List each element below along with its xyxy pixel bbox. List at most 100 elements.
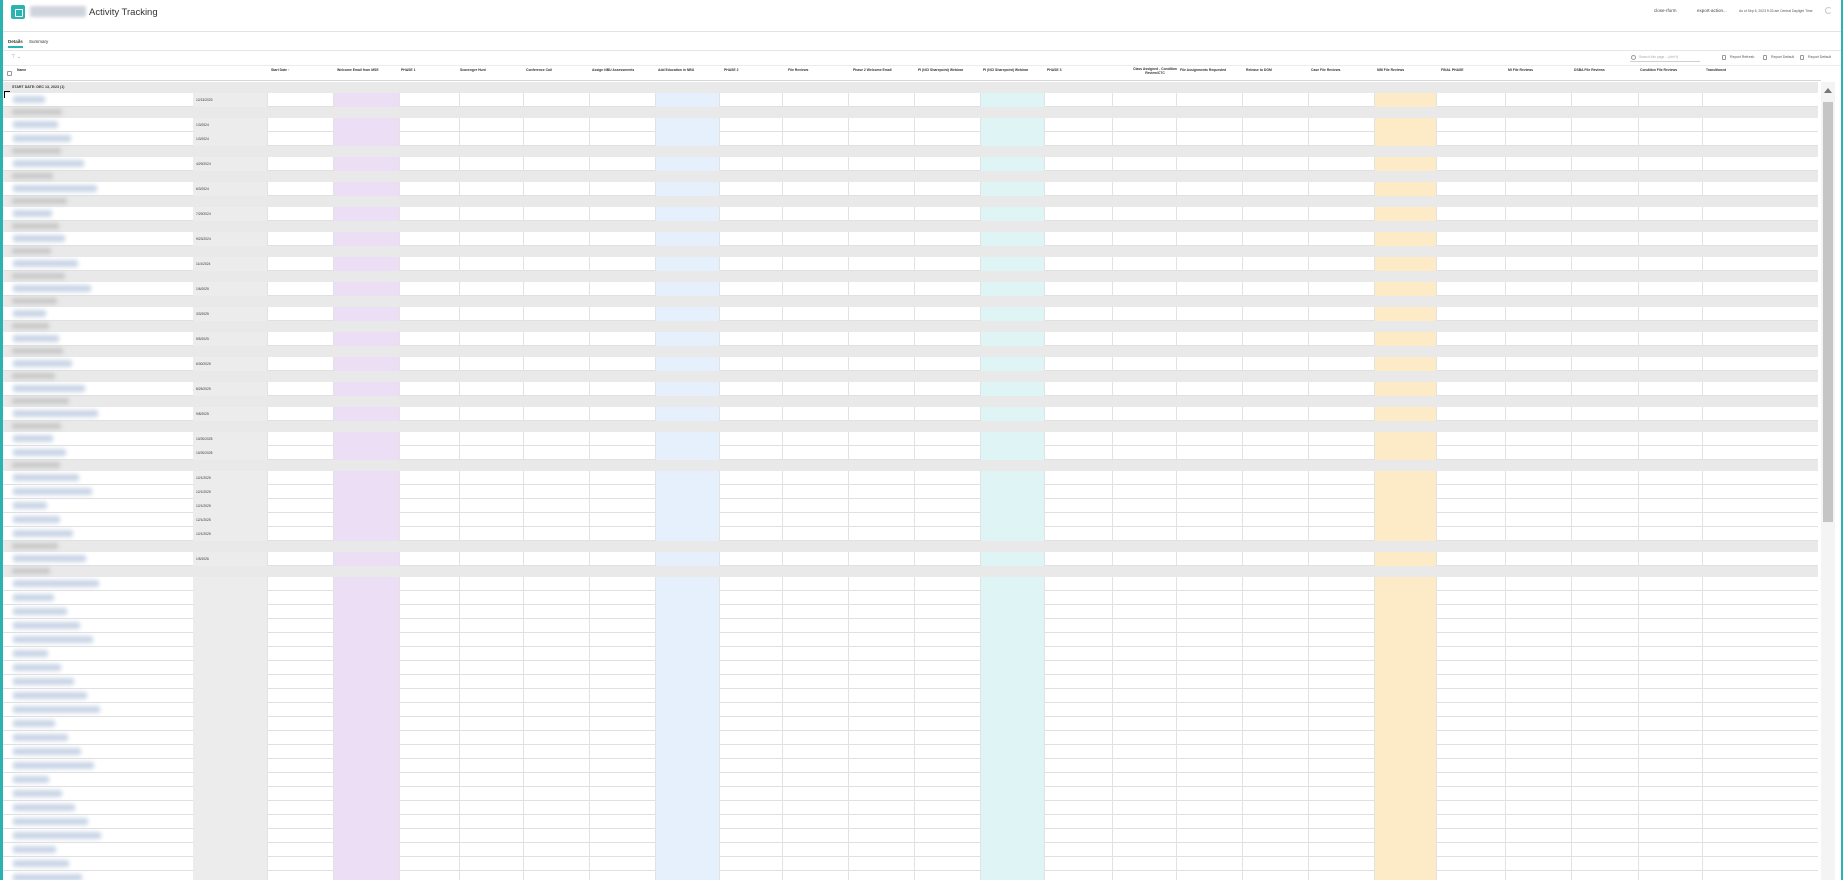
cell-col-18[interactable] — [1309, 787, 1375, 801]
cell-col-22[interactable] — [1572, 633, 1639, 647]
cell-col-9[interactable] — [720, 801, 783, 815]
cell-col-7[interactable] — [590, 829, 656, 843]
table-row[interactable] — [3, 759, 1818, 773]
cell-col-4[interactable] — [400, 871, 460, 880]
cell-col-6[interactable] — [524, 513, 590, 527]
cell-col-3[interactable] — [334, 527, 400, 541]
cell-col-15[interactable] — [1113, 93, 1177, 107]
cell-col-3[interactable] — [334, 717, 400, 731]
cell-col-23[interactable] — [1639, 332, 1703, 346]
cell-col-4[interactable] — [400, 232, 460, 246]
cell-col-9[interactable] — [720, 689, 783, 703]
cell-col-14[interactable] — [1045, 815, 1113, 829]
cell-col-1[interactable]: 3/3/2025 — [193, 307, 268, 321]
cell-col-0[interactable] — [3, 232, 193, 246]
cell-col-22[interactable] — [1572, 773, 1639, 787]
cell-col-5[interactable] — [460, 207, 524, 221]
cell-col-0[interactable] — [3, 717, 193, 731]
cell-col-2[interactable] — [268, 647, 334, 661]
cell-col-22[interactable] — [1572, 815, 1639, 829]
cell-col-5[interactable] — [460, 661, 524, 675]
cell-col-3[interactable] — [334, 787, 400, 801]
cell-col-10[interactable] — [783, 605, 849, 619]
cell-col-8[interactable] — [656, 661, 720, 675]
group-header-row[interactable] — [3, 346, 1818, 357]
cell-col-13[interactable] — [981, 282, 1045, 296]
cell-col-15[interactable] — [1113, 787, 1177, 801]
cell-col-5[interactable] — [460, 675, 524, 689]
cell-col-8[interactable] — [656, 157, 720, 171]
column-header-18[interactable]: NBI File Reviews — [1377, 68, 1404, 72]
cell-col-2[interactable] — [268, 499, 334, 513]
cell-col-12[interactable] — [915, 787, 981, 801]
cell-col-8[interactable] — [656, 93, 720, 107]
cell-col-3[interactable] — [334, 257, 400, 271]
cell-col-2[interactable] — [268, 605, 334, 619]
cell-col-8[interactable] — [656, 382, 720, 396]
table-row[interactable] — [3, 745, 1818, 759]
cell-col-8[interactable] — [656, 577, 720, 591]
cell-col-13[interactable] — [981, 829, 1045, 843]
cell-col-18[interactable] — [1309, 407, 1375, 421]
cell-col-22[interactable] — [1572, 446, 1639, 460]
cell-col-14[interactable] — [1045, 633, 1113, 647]
cell-col-21[interactable] — [1506, 717, 1572, 731]
cell-col-5[interactable] — [460, 871, 524, 880]
cell-col-3[interactable] — [334, 182, 400, 196]
cell-col-7[interactable] — [590, 745, 656, 759]
cell-col-21[interactable] — [1506, 207, 1572, 221]
cell-col-4[interactable] — [400, 552, 460, 566]
cell-col-11[interactable] — [849, 661, 915, 675]
table-row[interactable]: 9/8/2025 — [3, 407, 1818, 421]
cell-col-3[interactable] — [334, 446, 400, 460]
cell-col-18[interactable] — [1309, 332, 1375, 346]
cell-col-22[interactable] — [1572, 332, 1639, 346]
cell-col-7[interactable] — [590, 633, 656, 647]
cell-col-1[interactable]: 12/1/2025 — [193, 499, 268, 513]
cell-col-12[interactable] — [915, 257, 981, 271]
cell-col-17[interactable] — [1243, 689, 1309, 703]
cell-col-4[interactable] — [400, 619, 460, 633]
cell-col-6[interactable] — [524, 759, 590, 773]
cell-col-4[interactable] — [400, 661, 460, 675]
cell-col-11[interactable] — [849, 633, 915, 647]
cell-col-14[interactable] — [1045, 577, 1113, 591]
cell-col-9[interactable] — [720, 829, 783, 843]
cell-col-1[interactable] — [193, 675, 268, 689]
cell-col-5[interactable] — [460, 787, 524, 801]
cell-col-22[interactable] — [1572, 829, 1639, 843]
cell-col-11[interactable] — [849, 787, 915, 801]
cell-col-13[interactable] — [981, 675, 1045, 689]
cell-col-7[interactable] — [590, 232, 656, 246]
cell-col-11[interactable] — [849, 773, 915, 787]
cell-col-17[interactable] — [1243, 446, 1309, 460]
cell-col-17[interactable] — [1243, 282, 1309, 296]
cell-col-14[interactable] — [1045, 93, 1113, 107]
cell-col-15[interactable] — [1113, 118, 1177, 132]
cell-col-7[interactable] — [590, 871, 656, 880]
cell-col-10[interactable] — [783, 132, 849, 146]
cell-col-2[interactable] — [268, 717, 334, 731]
cell-col-23[interactable] — [1639, 446, 1703, 460]
cell-col-11[interactable] — [849, 843, 915, 857]
cell-col-4[interactable] — [400, 182, 460, 196]
cell-col-23[interactable] — [1639, 357, 1703, 371]
cell-col-1[interactable]: 12/1/2025 — [193, 471, 268, 485]
cell-col-0[interactable] — [3, 499, 193, 513]
cell-col-9[interactable] — [720, 513, 783, 527]
cell-col-2[interactable] — [268, 661, 334, 675]
cell-col-1[interactable] — [193, 633, 268, 647]
cell-col-23[interactable] — [1639, 132, 1703, 146]
cell-col-6[interactable] — [524, 432, 590, 446]
cell-col-17[interactable] — [1243, 407, 1309, 421]
report-default-button-2[interactable]: Report Default — [1808, 55, 1831, 59]
cell-col-2[interactable] — [268, 745, 334, 759]
cell-col-9[interactable] — [720, 787, 783, 801]
cell-col-11[interactable] — [849, 307, 915, 321]
cell-col-18[interactable] — [1309, 829, 1375, 843]
group-header-row[interactable] — [3, 460, 1818, 471]
cell-col-7[interactable] — [590, 307, 656, 321]
cell-col-5[interactable] — [460, 619, 524, 633]
cell-col-0[interactable] — [3, 605, 193, 619]
cell-col-4[interactable] — [400, 843, 460, 857]
